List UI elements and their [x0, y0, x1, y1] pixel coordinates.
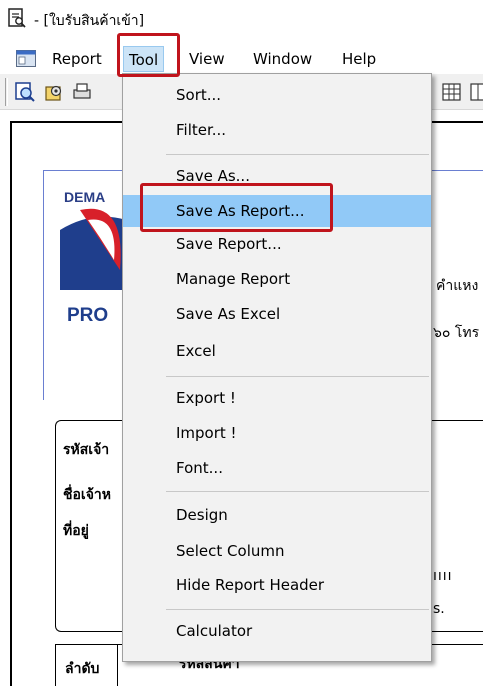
menu-bar: Report Tool View Window Help	[0, 45, 483, 73]
column-header-no: ลำดับ	[65, 661, 100, 677]
table-column-divider	[117, 644, 118, 686]
company-logo	[60, 200, 126, 300]
tool-dropdown-menu: Sort... Filter... Save As... Save As Rep…	[122, 73, 432, 662]
mid-digits: ıııı	[433, 568, 453, 584]
menu-separator	[166, 609, 429, 610]
menu-separator	[166, 376, 429, 377]
menu-item-save-as[interactable]: Save As...	[123, 160, 431, 192]
menu-view[interactable]: View	[184, 46, 230, 72]
menu-item-save-as-excel[interactable]: Save As Excel	[123, 298, 431, 330]
label-supplier-code: รหัสเจ้า	[63, 442, 110, 458]
menu-separator	[166, 154, 429, 155]
menu-item-export[interactable]: Export !	[123, 382, 431, 414]
menu-item-design[interactable]: Design	[123, 499, 431, 531]
menu-item-sort[interactable]: Sort...	[123, 79, 431, 111]
logo-small-text: DEMA	[64, 189, 106, 205]
menu-separator	[166, 491, 429, 492]
address-line-1: คำแหง	[436, 278, 479, 294]
window-title: - [ใบรับสินค้าเข้า]	[34, 13, 145, 29]
menu-item-filter[interactable]: Filter...	[123, 114, 431, 146]
menu-item-excel[interactable]: Excel	[123, 335, 431, 367]
menu-item-save-report[interactable]: Save Report...	[123, 228, 431, 260]
columns-icon[interactable]	[470, 81, 483, 103]
open-icon[interactable]	[44, 81, 66, 103]
title-bar: - [ใบรับสินค้าเข้า]	[0, 0, 483, 38]
label-address: ที่อยู่	[63, 523, 89, 539]
menu-window[interactable]: Window	[248, 46, 317, 72]
window-system-icon[interactable]	[16, 50, 36, 67]
menu-item-save-as-report[interactable]: Save As Report...	[123, 195, 431, 227]
print-icon[interactable]	[71, 81, 93, 103]
logo-text: PRO	[67, 305, 109, 326]
menu-help[interactable]: Help	[337, 46, 381, 72]
menu-item-select-column[interactable]: Select Column	[123, 535, 431, 567]
menu-item-import[interactable]: Import !	[123, 417, 431, 449]
menu-report[interactable]: Report	[47, 46, 107, 72]
mid-suffix: s.	[433, 601, 445, 617]
report-document-icon	[8, 8, 26, 28]
menu-item-manage-report[interactable]: Manage Report	[123, 263, 431, 295]
menu-item-hide-report-header[interactable]: Hide Report Header	[123, 569, 431, 601]
menu-tool[interactable]: Tool	[123, 46, 165, 72]
toolbar-grip[interactable]	[5, 78, 8, 106]
menu-item-font[interactable]: Font...	[123, 452, 431, 484]
address-line-2: ๖๐ โทร	[433, 325, 480, 341]
menu-item-calculator[interactable]: Calculator	[123, 615, 431, 647]
label-supplier-name: ชื่อเจ้าห	[63, 487, 111, 503]
grid-icon[interactable]	[441, 81, 463, 103]
zoom-icon[interactable]	[14, 81, 36, 103]
